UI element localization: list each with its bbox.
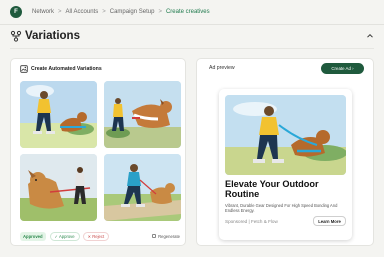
breadcrumb-separator: > xyxy=(158,9,162,15)
automated-variations-card: Create Automated Variations Approved ✓ A… xyxy=(10,58,186,246)
breadcrumb-separator: > xyxy=(102,9,106,15)
automated-variations-title: Create Automated Variations xyxy=(31,66,102,72)
variation-image-1 xyxy=(20,81,97,148)
breadcrumb-bar: F Network > All Accounts > Campaign Setu… xyxy=(0,0,384,24)
variations-icon xyxy=(10,30,22,42)
section-divider xyxy=(10,48,374,49)
ad-headline: Elevate Your Outdoor Routine xyxy=(225,179,319,199)
create-ad-button[interactable]: Create Ad › xyxy=(321,63,364,74)
variation-image-2 xyxy=(104,81,181,148)
variation-actions: Approved ✓ Approve ✕ Reject Regenerate xyxy=(20,231,180,241)
breadcrumb-create-creatives: Create creatives xyxy=(165,9,210,15)
account-avatar[interactable]: F xyxy=(10,6,22,18)
ad-image xyxy=(225,95,346,175)
ad-hero-image xyxy=(225,95,346,175)
approved-badge: Approved xyxy=(20,231,46,241)
section-title: Variations xyxy=(25,30,80,42)
variations-section-header: Variations xyxy=(10,26,374,46)
image-gallery-icon xyxy=(20,65,28,73)
variation-image-4 xyxy=(104,154,181,221)
learn-more-button[interactable]: Learn More xyxy=(313,216,346,226)
chevron-up-icon[interactable] xyxy=(366,32,374,40)
header-divider xyxy=(0,24,384,25)
ad-preview-card: Ad preview Create Ad › Elevate Your Outd… xyxy=(196,58,374,246)
ad-description: Vibrant, Durable Gear Designed For High … xyxy=(225,203,338,213)
breadcrumb-all-accounts[interactable]: All Accounts xyxy=(66,9,99,15)
variation-thumbnail-1[interactable] xyxy=(20,81,97,148)
regenerate-icon xyxy=(152,234,157,238)
breadcrumb-separator: > xyxy=(58,9,62,15)
variation-thumbnail-2[interactable] xyxy=(104,81,181,148)
regenerate-label: Regenerate xyxy=(158,233,180,239)
approve-button[interactable]: ✓ Approve xyxy=(49,231,80,241)
ad-preview: Elevate Your Outdoor Routine Vibrant, Du… xyxy=(219,89,352,240)
ad-preview-label: Ad preview xyxy=(209,65,235,71)
breadcrumb-campaign-setup[interactable]: Campaign Setup xyxy=(110,9,155,15)
variation-thumbnail-3[interactable] xyxy=(20,154,97,221)
breadcrumb-network[interactable]: Network xyxy=(32,9,54,15)
ad-sponsor-label: Sponsored | Fetch & Flow xyxy=(225,219,278,224)
regenerate-button[interactable]: Regenerate xyxy=(152,234,180,239)
variation-thumbnail-4[interactable] xyxy=(104,154,181,221)
automated-variations-header: Create Automated Variations xyxy=(20,65,102,73)
variation-image-3 xyxy=(20,154,97,221)
reject-button[interactable]: ✕ Reject xyxy=(82,231,110,241)
